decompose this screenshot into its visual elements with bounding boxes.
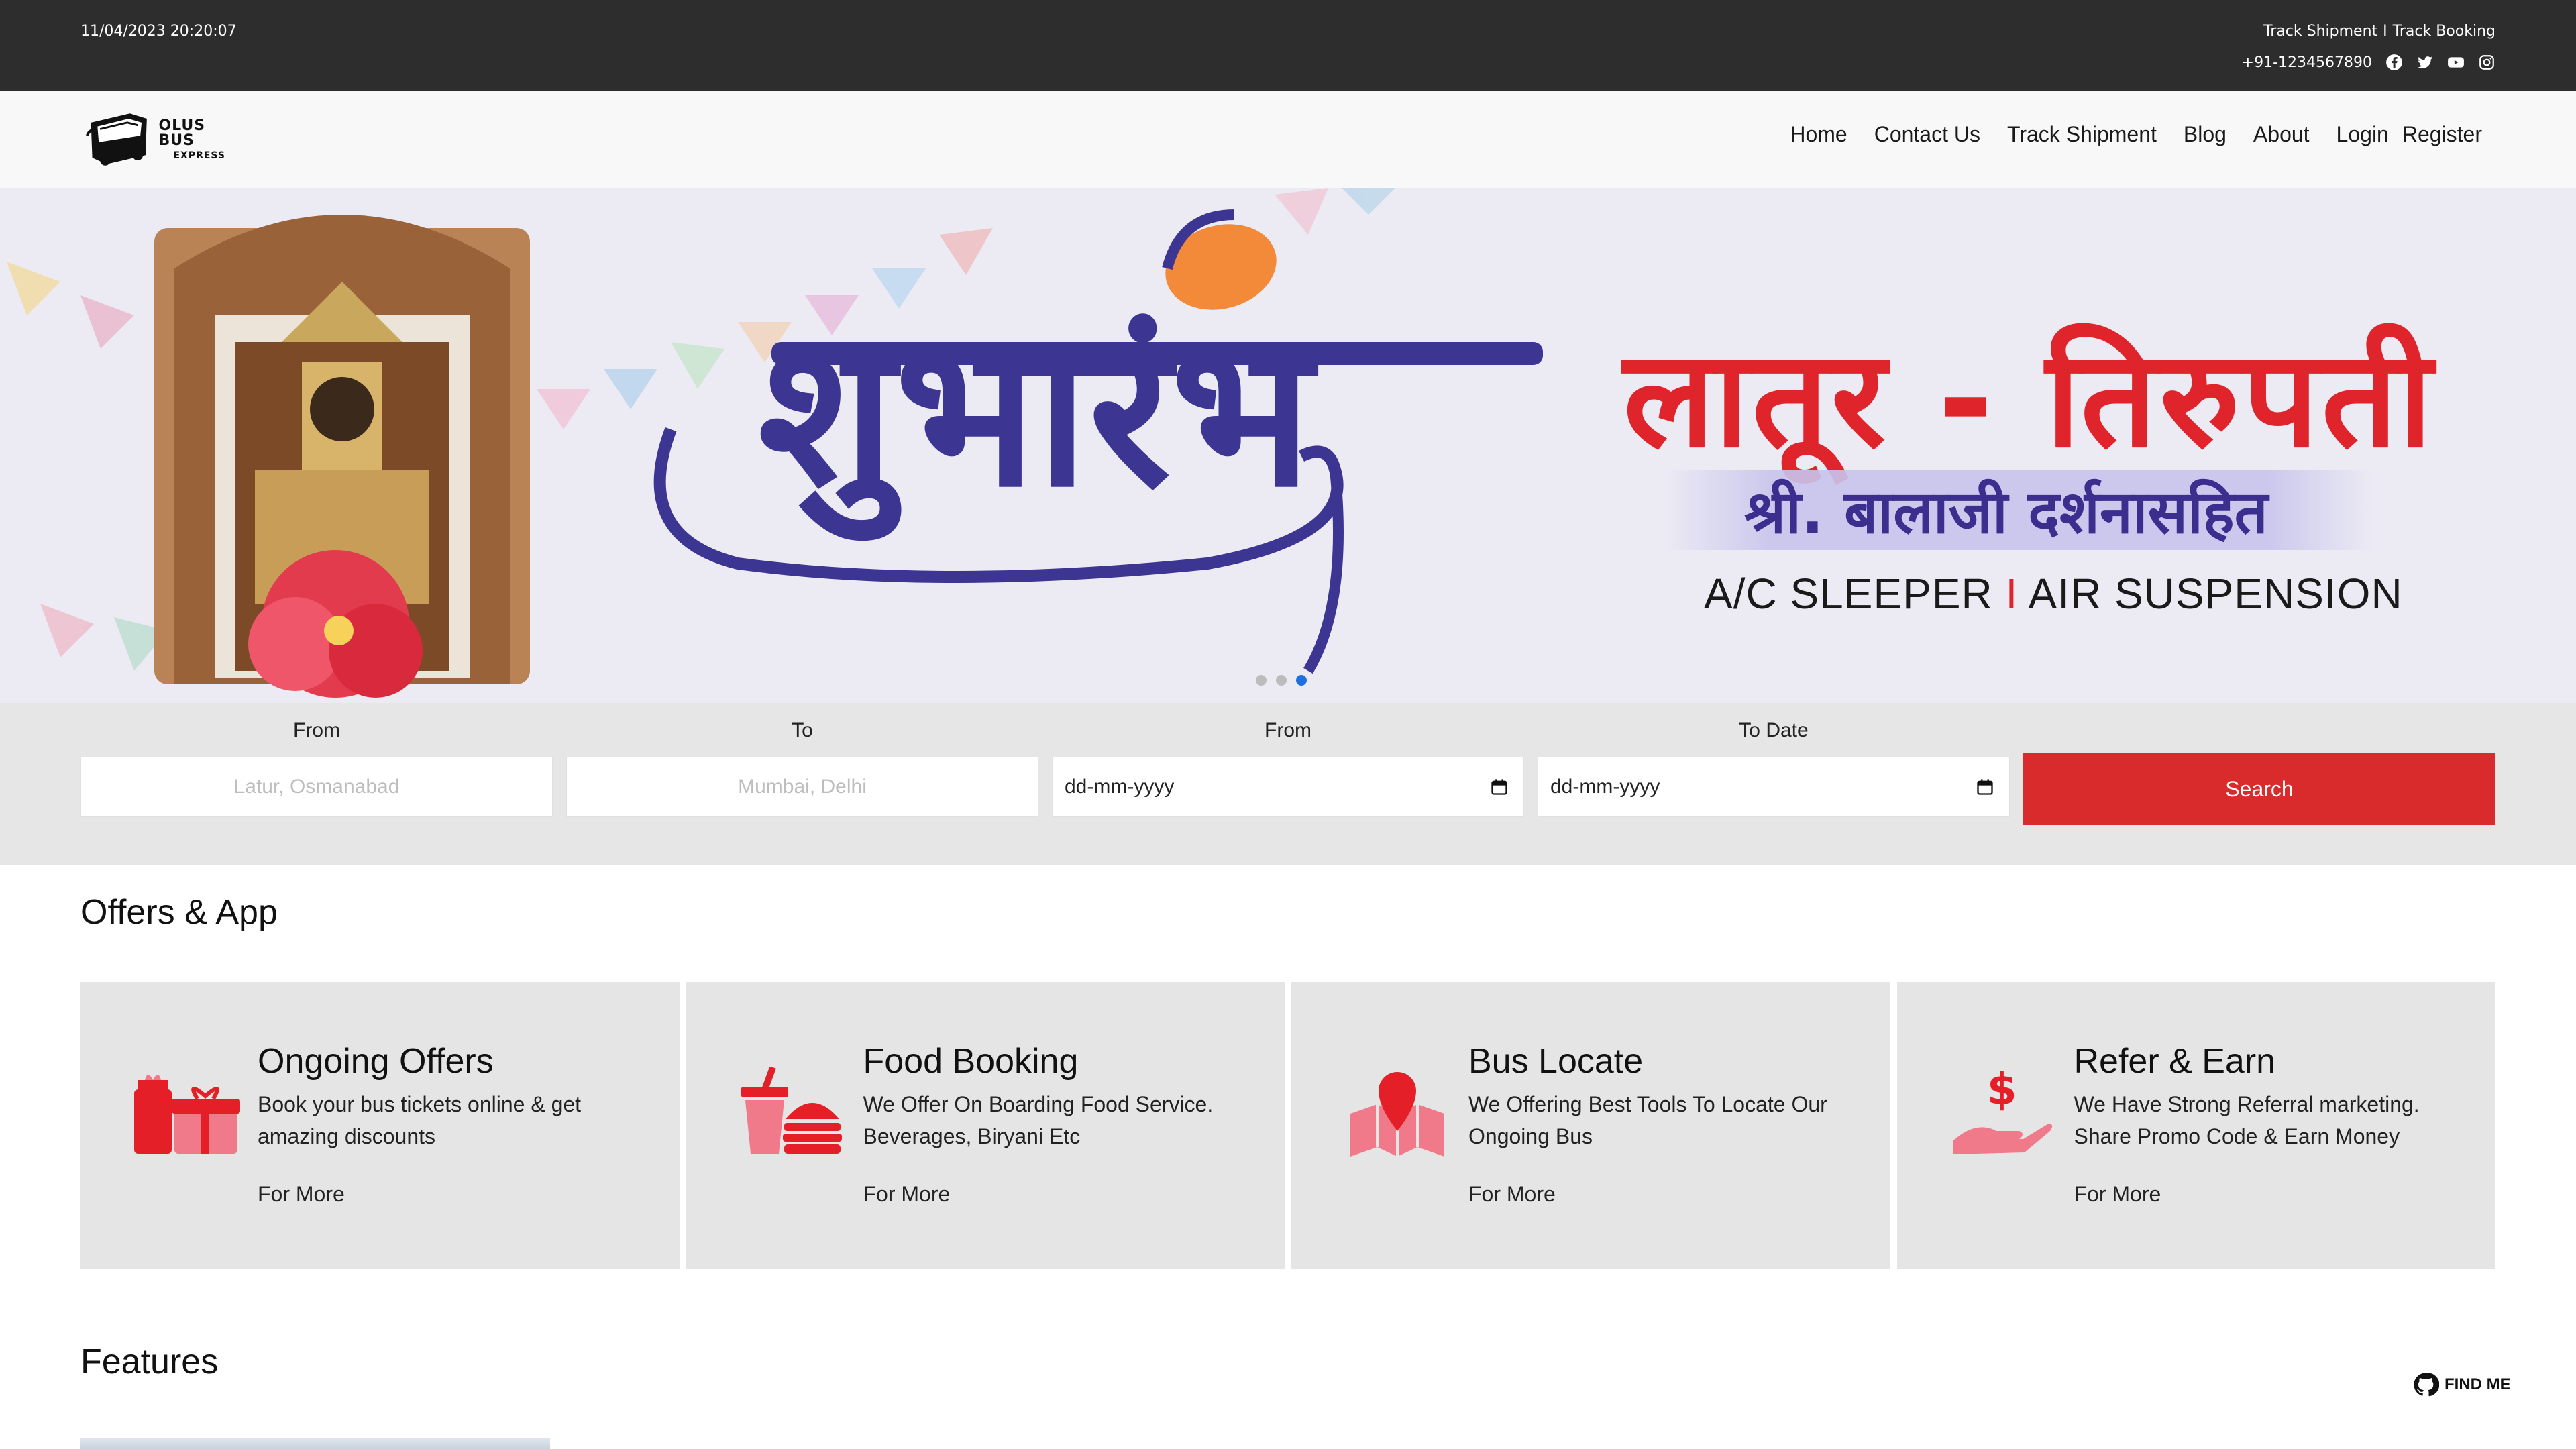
to-date-label: To Date bbox=[1739, 719, 1809, 741]
money-hand-icon: $ bbox=[1953, 1067, 2052, 1154]
hero-feature-separator: I bbox=[2005, 570, 2019, 618]
card-title: Bus Locate bbox=[1468, 1042, 1644, 1081]
nav-about[interactable]: About bbox=[2253, 122, 2310, 147]
carousel-indicators bbox=[1256, 675, 1307, 686]
hero-feature-right: AIR SUSPENSION bbox=[2028, 570, 2403, 618]
github-icon bbox=[2414, 1373, 2439, 1397]
to-date-value: dd-mm-yyyy bbox=[1550, 775, 1660, 798]
find-me-badge[interactable]: FIND ME bbox=[2412, 1371, 2511, 1398]
card-description: We Offer On Boarding Food Service. Bever… bbox=[863, 1092, 1214, 1148]
map-pin-icon bbox=[1350, 1072, 1444, 1157]
site-logo[interactable]: OLUS BUS EXPRESS bbox=[83, 109, 244, 170]
deity-illustration bbox=[154, 215, 530, 698]
card-description: We Offering Best Tools To Locate Our Ong… bbox=[1468, 1092, 1827, 1148]
nav-home[interactable]: Home bbox=[1790, 122, 1847, 147]
logo-line1: OLUS BUS bbox=[158, 117, 206, 149]
carousel-dot[interactable] bbox=[1256, 675, 1267, 686]
top-link-track-shipment[interactable]: Track Shipment bbox=[2263, 23, 2377, 40]
carousel-dot-active[interactable] bbox=[1296, 675, 1307, 686]
bus-search-bar: From Latur, Osmanabad To Mumbai, Delhi F… bbox=[0, 703, 2576, 865]
hero-feature-left: A/C SLEEPER bbox=[1704, 570, 1993, 618]
nav-contact-us[interactable]: Contact Us bbox=[1874, 122, 1980, 147]
nav-register[interactable]: Register bbox=[2402, 122, 2482, 147]
feature-image-preview bbox=[80, 1438, 550, 1449]
to-date-input[interactable]: dd-mm-yyyy bbox=[1538, 757, 2010, 817]
twitter-icon[interactable] bbox=[2416, 54, 2434, 71]
contact-row: +91-1234567890 bbox=[2242, 54, 2496, 71]
offer-card-refer-earn[interactable]: $ Refer & Earn We Have Strong Referral m… bbox=[1896, 982, 2496, 1269]
hero-route-title: लातूर - तिरुपती bbox=[1623, 321, 2436, 478]
top-bar: 11/04/2023 20:20:07 Track Shipment I Tra… bbox=[0, 0, 2576, 91]
offer-cards: Ongoing Offers Book your bus tickets onl… bbox=[80, 982, 2496, 1269]
logo-line2: EXPRESS bbox=[173, 150, 225, 161]
top-link-separator: I bbox=[2383, 23, 2387, 40]
top-links: Track Shipment I Track Booking bbox=[2263, 23, 2496, 40]
nav-login[interactable]: Login bbox=[2337, 122, 2389, 147]
hero-carousel[interactable]: शुभारंभ लातूर - तिरुपती श्री. बालाजी दर्… bbox=[0, 188, 2576, 703]
find-me-label: FIND ME bbox=[2445, 1375, 2511, 1393]
calendar-icon[interactable] bbox=[1490, 777, 1509, 796]
bus-logo-icon bbox=[86, 113, 147, 166]
features-section-title: Features bbox=[80, 1342, 219, 1381]
hero-subtitle: श्री. बालाजी दर्शनासहित bbox=[1744, 478, 2268, 547]
nav-blog[interactable]: Blog bbox=[2184, 122, 2226, 147]
from-date-label: From bbox=[1265, 719, 1311, 741]
youtube-icon[interactable] bbox=[2447, 54, 2465, 71]
food-icon bbox=[741, 1067, 842, 1154]
card-description: We Have Strong Referral marketing. Share… bbox=[2074, 1092, 2420, 1148]
card-title: Refer & Earn bbox=[2074, 1042, 2276, 1081]
svg-text:$: $ bbox=[1987, 1067, 2017, 1115]
nav-track-shipment[interactable]: Track Shipment bbox=[2007, 122, 2157, 147]
hero-features: A/C SLEEPER I AIR SUSPENSION bbox=[1704, 569, 2403, 619]
from-date-input[interactable]: dd-mm-yyyy bbox=[1052, 757, 1524, 817]
main-navbar: OLUS BUS EXPRESS Home Contact Us Track S… bbox=[0, 91, 2576, 188]
offer-card-bus-locate[interactable]: Bus Locate We Offering Best Tools To Loc… bbox=[1291, 982, 1890, 1269]
card-for-more-link[interactable]: For More bbox=[2074, 1182, 2161, 1207]
card-for-more-link[interactable]: For More bbox=[258, 1182, 345, 1207]
carousel-dot[interactable] bbox=[1276, 675, 1287, 686]
offer-card-ongoing-offers[interactable]: Ongoing Offers Book your bus tickets onl… bbox=[80, 982, 680, 1269]
top-link-track-booking[interactable]: Track Booking bbox=[2393, 23, 2496, 40]
offer-card-food-booking[interactable]: Food Booking We Offer On Boarding Food S… bbox=[686, 982, 1285, 1269]
card-for-more-link[interactable]: For More bbox=[863, 1182, 951, 1207]
card-description: Book your bus tickets online & get amazi… bbox=[258, 1092, 582, 1148]
instagram-icon[interactable] bbox=[2478, 54, 2496, 71]
from-label: From bbox=[293, 719, 340, 741]
calendar-icon[interactable] bbox=[1976, 777, 1994, 796]
page: 11/04/2023 20:20:07 Track Shipment I Tra… bbox=[0, 0, 2576, 1449]
from-date-value: dd-mm-yyyy bbox=[1065, 775, 1175, 798]
facebook-icon[interactable] bbox=[2385, 54, 2403, 71]
hero-headline: शुभारंभ bbox=[758, 297, 1313, 531]
to-input[interactable]: Mumbai, Delhi bbox=[566, 757, 1038, 817]
nav-links: Home Contact Us Track Shipment Blog Abou… bbox=[1790, 122, 2482, 147]
card-title: Ongoing Offers bbox=[258, 1042, 494, 1081]
current-datetime: 11/04/2023 20:20:07 bbox=[80, 23, 237, 40]
to-label: To bbox=[792, 719, 813, 741]
gift-icon bbox=[134, 1075, 240, 1154]
search-button[interactable]: Search bbox=[2023, 753, 2496, 825]
card-for-more-link[interactable]: For More bbox=[1468, 1182, 1556, 1207]
from-input[interactable]: Latur, Osmanabad bbox=[80, 757, 553, 817]
offers-section-title: Offers & App bbox=[80, 893, 278, 932]
phone-number: +91-1234567890 bbox=[2241, 54, 2372, 71]
card-title: Food Booking bbox=[863, 1042, 1079, 1081]
